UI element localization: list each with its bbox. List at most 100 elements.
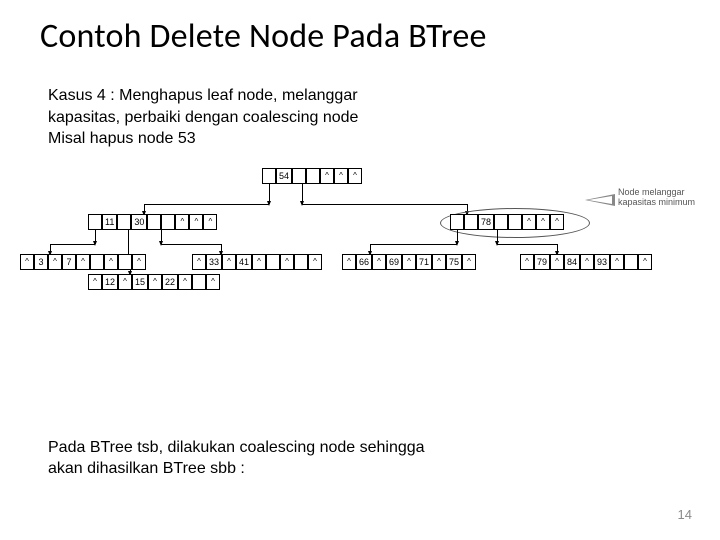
cell: ^ bbox=[638, 254, 652, 270]
footer-line: Pada BTree tsb, dilakukan coalescing nod… bbox=[48, 437, 425, 459]
cell: ^ bbox=[132, 254, 146, 270]
cell: ^ bbox=[148, 274, 162, 290]
tree-edge bbox=[50, 244, 95, 245]
cell bbox=[262, 168, 276, 184]
desc-line: Kasus 4 : Menghapus leaf node, melanggar bbox=[48, 85, 720, 107]
cell: ^ bbox=[320, 168, 334, 184]
leaf-node: ^ 79 ^ 84 ^ 93 ^ ^ bbox=[520, 254, 652, 270]
tree-edge bbox=[557, 244, 558, 254]
annotation-line: kapasitas minimum bbox=[618, 198, 695, 208]
desc-line: Misal hapus node 53 bbox=[48, 128, 720, 150]
cell: 11 bbox=[102, 214, 117, 230]
cell: ^ bbox=[536, 214, 550, 230]
desc-line: kapasitas, perbaiki dengan coalescing no… bbox=[48, 107, 720, 129]
tree-edge bbox=[161, 244, 221, 245]
cell bbox=[147, 214, 161, 230]
cell: ^ bbox=[175, 214, 189, 230]
cell bbox=[294, 254, 308, 270]
cell: ^ bbox=[203, 214, 217, 230]
cell: 78 bbox=[478, 214, 494, 230]
cell: ^ bbox=[550, 254, 564, 270]
tree-edge bbox=[221, 244, 222, 254]
cell: ^ bbox=[550, 214, 564, 230]
cell: 12 bbox=[102, 274, 118, 290]
cell bbox=[161, 214, 175, 230]
cell: 33 bbox=[206, 254, 222, 270]
cell: ^ bbox=[610, 254, 624, 270]
cell: ^ bbox=[402, 254, 416, 270]
cell: ^ bbox=[308, 254, 322, 270]
cell bbox=[450, 214, 464, 230]
cell bbox=[90, 254, 104, 270]
cell bbox=[88, 214, 102, 230]
cell: ^ bbox=[520, 254, 534, 270]
cell: 84 bbox=[564, 254, 580, 270]
tree-edge bbox=[144, 204, 145, 214]
cell: 66 bbox=[356, 254, 372, 270]
tree-edge bbox=[302, 184, 303, 204]
cell: ^ bbox=[252, 254, 266, 270]
cell: ^ bbox=[280, 254, 294, 270]
cell: ^ bbox=[118, 274, 132, 290]
cell: ^ bbox=[206, 274, 220, 290]
footer-description: Pada BTree tsb, dilakukan coalescing nod… bbox=[0, 437, 425, 480]
cell: 30 bbox=[131, 214, 147, 230]
leaf-node: ^ 3 ^ 7 ^ ^ ^ bbox=[20, 254, 146, 270]
cell: ^ bbox=[20, 254, 34, 270]
cell: ^ bbox=[222, 254, 236, 270]
annotation-arrow-icon bbox=[585, 194, 615, 206]
cell: 54 bbox=[276, 168, 292, 184]
tree-edge bbox=[95, 230, 96, 244]
cell bbox=[306, 168, 320, 184]
cell bbox=[117, 214, 131, 230]
cell: 75 bbox=[446, 254, 462, 270]
leaf-node: ^ 33 ^ 41 ^ ^ ^ bbox=[192, 254, 322, 270]
cell: ^ bbox=[342, 254, 356, 270]
tree-edge bbox=[302, 204, 467, 205]
footer-line: akan dihasilkan BTree sbb : bbox=[48, 458, 425, 480]
cell: ^ bbox=[372, 254, 386, 270]
tree-edge bbox=[370, 244, 457, 245]
btree-diagram: 54 ^ ^ ^ 11 30 ^ ^ ^ 78 ^ ^ ^ Node mela bbox=[0, 168, 720, 368]
cell: 22 bbox=[162, 274, 178, 290]
cell bbox=[508, 214, 522, 230]
tree-edge bbox=[497, 244, 557, 245]
cell: 71 bbox=[416, 254, 432, 270]
tree-edge bbox=[50, 244, 51, 254]
tree-edge bbox=[497, 230, 498, 244]
cell bbox=[292, 168, 306, 184]
cell: 3 bbox=[34, 254, 48, 270]
cell: ^ bbox=[348, 168, 362, 184]
cell: 15 bbox=[132, 274, 148, 290]
cell bbox=[464, 214, 478, 230]
page-number: 14 bbox=[678, 507, 692, 522]
cell: ^ bbox=[334, 168, 348, 184]
cell bbox=[494, 214, 508, 230]
tree-edge bbox=[161, 230, 162, 244]
tree-edge bbox=[370, 244, 371, 254]
cell: 79 bbox=[534, 254, 550, 270]
annotation-text: Node melanggar kapasitas minimum bbox=[618, 188, 695, 208]
cell: ^ bbox=[462, 254, 476, 270]
internal-node-left: 11 30 ^ ^ ^ bbox=[88, 214, 217, 230]
cell: ^ bbox=[178, 274, 192, 290]
cell: ^ bbox=[189, 214, 203, 230]
cell: ^ bbox=[580, 254, 594, 270]
cell: ^ bbox=[88, 274, 102, 290]
cell: ^ bbox=[522, 214, 536, 230]
cell: 93 bbox=[594, 254, 610, 270]
root-node: 54 ^ ^ ^ bbox=[262, 168, 362, 184]
cell bbox=[266, 254, 280, 270]
cell: 7 bbox=[62, 254, 76, 270]
cell: ^ bbox=[432, 254, 446, 270]
cell: ^ bbox=[104, 254, 118, 270]
cell bbox=[192, 274, 206, 290]
tree-edge bbox=[144, 204, 269, 205]
cell: 41 bbox=[236, 254, 252, 270]
cell bbox=[118, 254, 132, 270]
cell: ^ bbox=[192, 254, 206, 270]
tree-edge bbox=[269, 184, 270, 204]
cell: 69 bbox=[386, 254, 402, 270]
internal-node-right: 78 ^ ^ ^ bbox=[450, 214, 564, 230]
cell: ^ bbox=[76, 254, 90, 270]
